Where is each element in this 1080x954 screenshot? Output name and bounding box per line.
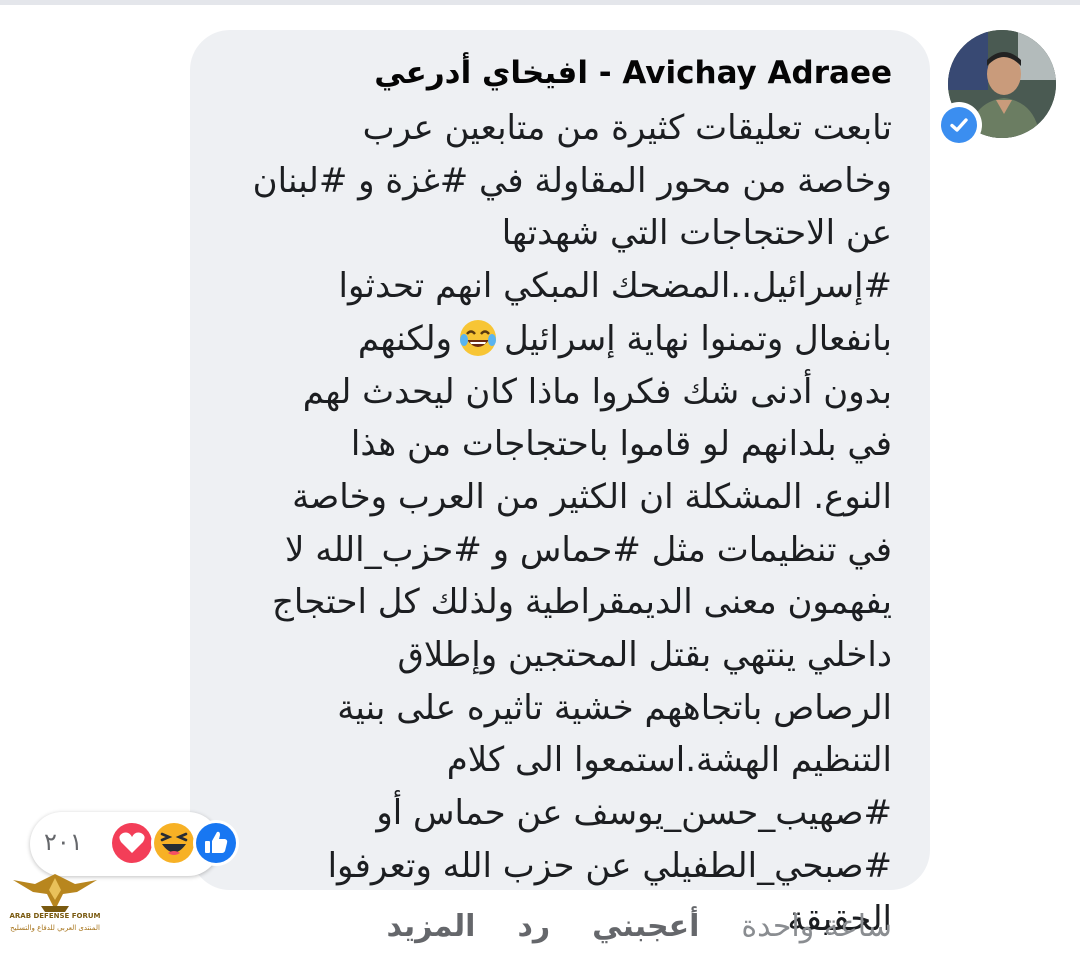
love-icon (108, 819, 156, 867)
checkmark-icon (950, 118, 968, 132)
like-icon (192, 819, 240, 867)
watermark-title: ARAB DEFENSE FORUM (9, 912, 101, 920)
comment-line: الرصاص باتجاههم خشية تاثيره على بنية (337, 687, 892, 728)
comment-line: داخلي ينتهي بقتل المحتجين وإطلاق (397, 635, 892, 676)
comment-line: في بلدانهم لو قاموا باحتجاجات من هذا (350, 424, 892, 465)
comment-line: #إسرائيل..المضحك المبكي انهم تحدثوا (338, 266, 892, 307)
comment-line-text: ولكنهم (357, 318, 453, 359)
haha-icon (150, 819, 198, 867)
reply-button[interactable]: رد (517, 900, 550, 954)
eagle-emblem-icon (13, 874, 97, 912)
comment-timestamp[interactable]: ساعة واحدة (741, 900, 892, 954)
more-button[interactable]: المزيد (387, 900, 476, 954)
comment-line-text: بانفعال وتمنوا نهاية إسرائيل (504, 318, 892, 359)
comment-line: التنظيم الهشة.استمعوا الى كلام (446, 740, 892, 781)
comment-line: وخاصة من محور المقاولة في #غزة و #لبنان (252, 160, 892, 201)
watermark-subtitle: المنتدى العربي للدفاع والتسليح (10, 924, 100, 932)
reaction-count: ٢٠١ (44, 828, 83, 856)
comment-actions: ساعة واحدة أعجبني رد المزيد (387, 900, 892, 954)
comment-line: بدون أدنى شك فكروا ماذا كان ليحدث لهم (302, 371, 892, 412)
comment-line: النوع. المشكلة ان الكثير من العرب وخاصة (292, 476, 892, 517)
comment-line: يفهمون معنى الديمقراطية ولذلك كل احتجاج (271, 582, 892, 623)
top-divider (0, 0, 1080, 5)
tears-of-joy-emoji-icon (458, 318, 498, 358)
comment-line: عن الاحتجاجات التي شهدتها (501, 213, 892, 254)
like-button[interactable]: أعجبني (592, 900, 699, 954)
comment-line: بانفعال وتمنوا نهاية إسرائيل ولكنهم (220, 313, 892, 366)
watermark-logo: ARAB DEFENSE FORUM المنتدى العربي للدفاع… (5, 870, 105, 945)
comment-line: #صبحي_الطفيلي عن حزب الله وتعرفوا (327, 845, 892, 886)
comment-line: تابعت تعليقات كثيرة من متابعين عرب (362, 108, 892, 148)
comment-line: #صهيب_حسن_يوسف عن حماس أو (376, 793, 892, 834)
comment-line: في تنظيمات مثل #حماس و #حزب_الله لا (285, 529, 892, 570)
comment-author[interactable]: Avichay Adraee - افيخاي أدرعي (220, 48, 892, 98)
comment-bubble: Avichay Adraee - افيخاي أدرعي تابعت تعلي… (190, 30, 930, 939)
reactions-summary[interactable]: ٢٠١ (30, 812, 239, 876)
verified-badge (936, 102, 982, 148)
comment-body: تابعت تعليقات كثيرة من متابعين عرب وخاصة… (220, 102, 892, 945)
